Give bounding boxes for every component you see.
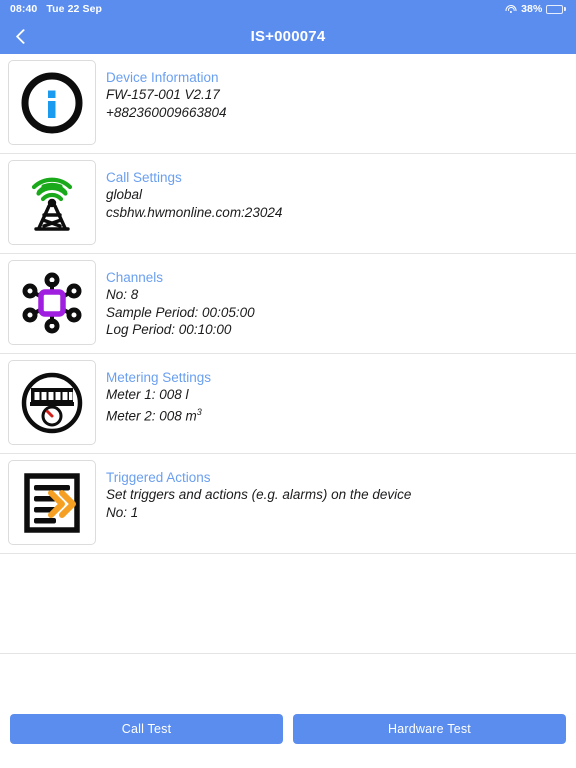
- page-title: IS+000074: [250, 27, 326, 45]
- hardware-test-button[interactable]: Hardware Test: [293, 714, 566, 744]
- footer-actions: Call Test Hardware Test: [0, 706, 576, 768]
- info-circle-icon: [8, 60, 96, 145]
- battery-icon: [546, 4, 566, 14]
- list-item-text: Metering Settings Meter 1: 008 l Meter 2…: [96, 360, 211, 425]
- list-item-title: Triggered Actions: [106, 470, 211, 485]
- document-arrows-icon: [8, 460, 96, 545]
- water-meter-icon: [8, 360, 96, 445]
- list-item-title: Device Information: [106, 70, 219, 85]
- list-item-text: Channels No: 8 Sample Period: 00:05:00 L…: [96, 260, 255, 339]
- meter2-value: Meter 2: 008 m: [106, 408, 197, 423]
- list-item-triggered-actions[interactable]: Triggered Actions Set triggers and actio…: [0, 454, 576, 554]
- list-item-channels[interactable]: Channels No: 8 Sample Period: 00:05:00 L…: [0, 254, 576, 354]
- chevron-left-icon: [15, 28, 31, 44]
- meter2-unit-exponent: 3: [196, 406, 202, 417]
- list-item-detail: FW-157-001 V2.17: [106, 87, 220, 102]
- list-item-metering-settings[interactable]: Metering Settings Meter 1: 008 l Meter 2…: [0, 354, 576, 454]
- list-item-call-settings[interactable]: Call Settings global csbhw.hwmonline.com…: [0, 154, 576, 254]
- list-item-detail: Log Period: 00:10:00: [106, 322, 232, 337]
- back-button[interactable]: [0, 18, 46, 54]
- list-item-detail: No: 1: [106, 504, 139, 520]
- list-item-detail: +882360009663804: [106, 104, 227, 120]
- list-item-device-information[interactable]: Device Information FW-157-001 V2.17 +882…: [0, 54, 576, 154]
- list-item-text: Device Information FW-157-001 V2.17 +882…: [96, 60, 227, 121]
- cell-tower-icon: [8, 160, 96, 245]
- list-item-detail: csbhw.hwmonline.com:23024: [106, 204, 283, 220]
- list-item-title: Channels: [106, 270, 164, 285]
- status-clock: 08:40: [10, 3, 38, 15]
- call-test-button[interactable]: Call Test: [10, 714, 283, 744]
- list-item-detail: Meter 1: 008 l: [106, 387, 189, 402]
- list-item-detail: Set triggers and actions (e.g. alarms) o…: [106, 487, 412, 502]
- list-item-detail: Meter 2: 008 m3: [106, 404, 211, 425]
- list-item-text: Triggered Actions Set triggers and actio…: [96, 460, 411, 521]
- status-date: Tue 22 Sep: [46, 3, 103, 15]
- status-bar: 08:40 Tue 22 Sep 38%: [0, 0, 576, 18]
- list-item-detail: global: [106, 187, 143, 202]
- empty-row: [0, 554, 576, 654]
- list-item-text: Call Settings global csbhw.hwmonline.com…: [96, 160, 282, 221]
- list-item-detail: No: 8: [106, 287, 139, 302]
- battery-percent-label: 38%: [521, 3, 543, 15]
- navigation-bar: IS+000074: [0, 18, 576, 54]
- list-item-detail: Sample Period: 00:05:00: [106, 304, 255, 320]
- list-item-title: Call Settings: [106, 170, 182, 185]
- list-item-title: Metering Settings: [106, 370, 212, 385]
- wifi-icon: [505, 4, 517, 14]
- network-hub-icon: [8, 260, 96, 345]
- settings-list: Device Information FW-157-001 V2.17 +882…: [0, 54, 576, 654]
